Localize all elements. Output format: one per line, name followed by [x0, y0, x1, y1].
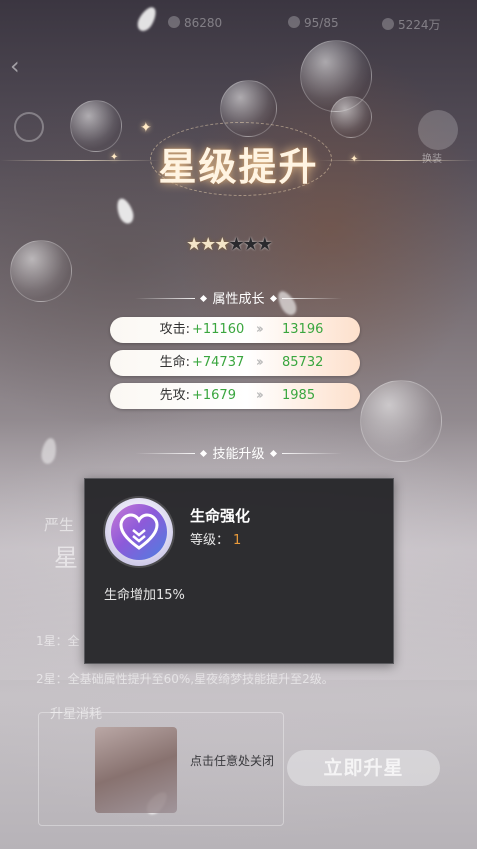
- resource-gems: 86280: [168, 16, 222, 30]
- bg-label: 严生: [44, 516, 75, 534]
- resource-stamina: 95/85: [288, 16, 339, 30]
- heart-shield-icon: [111, 504, 167, 560]
- resource-coins: 5224万: [382, 16, 441, 33]
- bg-label: 星: [54, 544, 78, 572]
- bg-star-line-2: 2星：全基础属性提升至60%,星夜绮梦技能提升至2级。: [36, 672, 334, 686]
- star-filled-icon: ★: [214, 234, 230, 255]
- cost-title: 升星消耗: [50, 707, 103, 722]
- petal-decoration: [113, 196, 137, 226]
- star-empty-icon: ★: [228, 234, 244, 255]
- double-chevron-icon: ››: [256, 355, 264, 370]
- stat-row-initiative: 先攻: +1679 ›› 1985: [110, 383, 360, 409]
- star-filled-icon: ★: [200, 234, 216, 255]
- skill-name: 生命强化: [190, 507, 251, 525]
- close-hint: 点击任意处关闭: [190, 754, 275, 768]
- skill-upgrade-heading: 技能升级: [0, 443, 477, 462]
- character-card[interactable]: [95, 727, 177, 813]
- petal-decoration: [134, 4, 160, 34]
- skill-icon-frame: [105, 498, 173, 566]
- page-title: 星级提升: [158, 144, 319, 189]
- back-arrow-icon[interactable]: ‹: [10, 54, 34, 78]
- coin-icon: [382, 18, 394, 30]
- double-chevron-icon: ››: [256, 388, 264, 403]
- skill-level: 等级： 1: [190, 533, 242, 548]
- heart-icon: [119, 513, 159, 550]
- attributes-heading: 属性成长: [0, 288, 477, 307]
- bg-star-line-1: 1星：全: [36, 634, 80, 648]
- stat-row-attack: 攻击: +11160 ›› 13196: [110, 317, 360, 343]
- upgrade-star-button[interactable]: 立即升星: [287, 750, 440, 786]
- double-chevron-icon: ››: [256, 322, 264, 337]
- sparkle-icon: ✦: [140, 120, 152, 136]
- stamina-icon: [288, 16, 300, 28]
- star-filled-icon: ★: [186, 234, 202, 255]
- bubble-decoration: [330, 96, 372, 138]
- stat-row-hp: 生命: +74737 ›› 85732: [110, 350, 360, 376]
- skill-detail-popup: 生命强化 等级： 1 生命增加15%: [84, 478, 394, 664]
- skill-description: 生命增加15%: [104, 588, 185, 603]
- gem-icon: [168, 16, 180, 28]
- star-empty-icon: ★: [242, 234, 259, 255]
- star-rating: ★★★★★★: [186, 234, 273, 255]
- star-empty-icon: ★: [256, 234, 273, 255]
- game-screen[interactable]: 86280 95/85 5224万 ‹ 换装 ✦ ✦ ✦ 星级提升 ★★★★★★…: [0, 0, 477, 849]
